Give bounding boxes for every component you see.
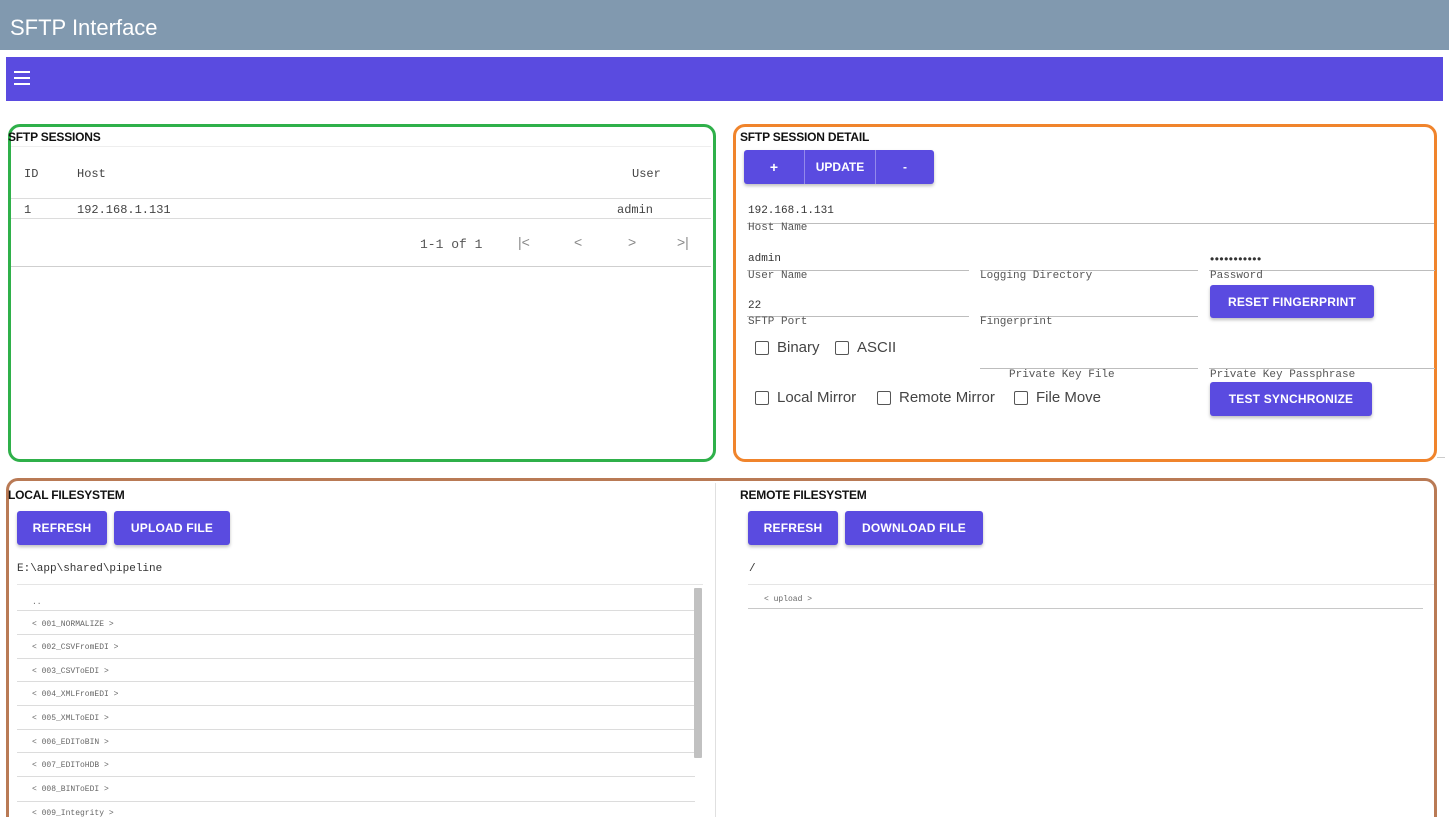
sftp-port-label: SFTP Port: [748, 316, 808, 328]
row-user: admin: [617, 203, 654, 217]
hamburger-menu-icon[interactable]: [14, 71, 30, 85]
remote-filesystem-title: REMOTE FILESYSTEM: [740, 488, 867, 502]
password-input[interactable]: •••••••••••: [1210, 252, 1262, 266]
logging-directory-label: Logging Directory: [980, 270, 1093, 282]
app-toolbar: [6, 57, 1443, 101]
next-page-button[interactable]: >: [628, 234, 636, 250]
user-name-input[interactable]: admin: [748, 253, 781, 265]
file-move-label: File Move: [1036, 389, 1102, 406]
first-page-button[interactable]: |<: [518, 234, 530, 250]
password-label: Password: [1210, 270, 1263, 282]
detail-title: SFTP SESSION DETAIL: [740, 130, 870, 144]
session-action-group: + UPDATE -: [744, 150, 934, 184]
remote-mirror-checkbox[interactable]: Remote Mirror: [877, 389, 995, 406]
filesystem-divider: [715, 483, 716, 817]
reset-fingerprint-button[interactable]: RESET FINGERPRINT: [1210, 285, 1374, 318]
column-header-id[interactable]: ID: [24, 167, 38, 181]
file-move-checkbox[interactable]: File Move: [1014, 389, 1101, 406]
add-session-button[interactable]: +: [744, 150, 804, 184]
list-item[interactable]: < 002_CSVFromEDI >: [32, 643, 118, 652]
remote-refresh-button[interactable]: REFRESH: [748, 511, 838, 545]
list-item[interactable]: < 008_BINToEDI >: [32, 785, 109, 794]
checkbox-icon: [835, 340, 849, 355]
binary-checkbox[interactable]: Binary: [755, 339, 820, 356]
sessions-title: SFTP SESSIONS: [8, 130, 101, 144]
remote-path: /: [749, 563, 756, 575]
sftp-port-input[interactable]: 22: [748, 300, 761, 312]
ascii-label: ASCII: [857, 339, 897, 356]
binary-label: Binary: [777, 339, 820, 356]
table-row[interactable]: 1 192.168.1.131 admin: [11, 201, 711, 218]
checkbox-icon: [755, 390, 769, 405]
remote-mirror-label: Remote Mirror: [899, 389, 995, 406]
list-item[interactable]: < 001_NORMALIZE >: [32, 620, 114, 629]
private-key-file-label: Private Key File: [1009, 369, 1115, 381]
window-title-bar: SFTP Interface: [0, 0, 1449, 50]
local-path: E:\app\shared\pipeline: [17, 563, 163, 575]
local-mirror-checkbox[interactable]: Local Mirror: [755, 389, 856, 406]
download-file-button[interactable]: DOWNLOAD FILE: [845, 511, 983, 545]
private-key-passphrase-label: Private Key Passphrase: [1210, 369, 1356, 381]
remove-session-button[interactable]: -: [876, 150, 934, 184]
list-item[interactable]: < 006_EDIToBIN >: [32, 738, 109, 747]
fingerprint-label: Fingerprint: [980, 316, 1053, 328]
ascii-checkbox[interactable]: ASCII: [835, 339, 896, 356]
pagination-range: 1-1 of 1: [420, 237, 483, 252]
list-item[interactable]: < 009_Integrity >: [32, 809, 114, 817]
column-header-host[interactable]: Host: [77, 167, 106, 181]
host-name-label: Host Name: [748, 222, 808, 234]
prev-page-button[interactable]: <: [574, 234, 582, 250]
local-list-scrollbar[interactable]: [694, 588, 702, 758]
local-filesystem-title: LOCAL FILESYSTEM: [8, 488, 125, 502]
last-page-button[interactable]: >|: [677, 234, 689, 250]
upload-file-button[interactable]: UPLOAD FILE: [114, 511, 230, 545]
checkbox-icon: [1014, 390, 1028, 405]
local-file-list: .. < 001_NORMALIZE > < 002_CSVFromEDI > …: [17, 588, 695, 817]
list-item[interactable]: < 004_XMLFromEDI >: [32, 690, 118, 699]
local-refresh-button[interactable]: REFRESH: [17, 511, 107, 545]
list-item[interactable]: < 007_EDIToHDB >: [32, 761, 109, 770]
list-item[interactable]: ..: [32, 598, 42, 607]
local-mirror-label: Local Mirror: [777, 389, 857, 406]
row-id: 1: [24, 203, 32, 217]
list-item[interactable]: < 003_CSVToEDI >: [32, 667, 109, 676]
checkbox-icon: [755, 340, 769, 355]
checkbox-icon: [877, 390, 891, 405]
sftp-sessions-panel: [8, 124, 716, 462]
list-item[interactable]: < 005_XMLToEDI >: [32, 714, 109, 723]
window-title: SFTP Interface: [10, 15, 158, 40]
list-item[interactable]: < upload >: [764, 595, 812, 604]
column-header-user[interactable]: User: [632, 167, 661, 181]
test-synchronize-button[interactable]: TEST SYNCHRONIZE: [1210, 382, 1372, 416]
row-host: 192.168.1.131: [77, 203, 171, 217]
host-name-input[interactable]: 192.168.1.131: [748, 205, 834, 217]
update-session-button[interactable]: UPDATE: [805, 150, 875, 184]
user-name-label: User Name: [748, 270, 808, 282]
